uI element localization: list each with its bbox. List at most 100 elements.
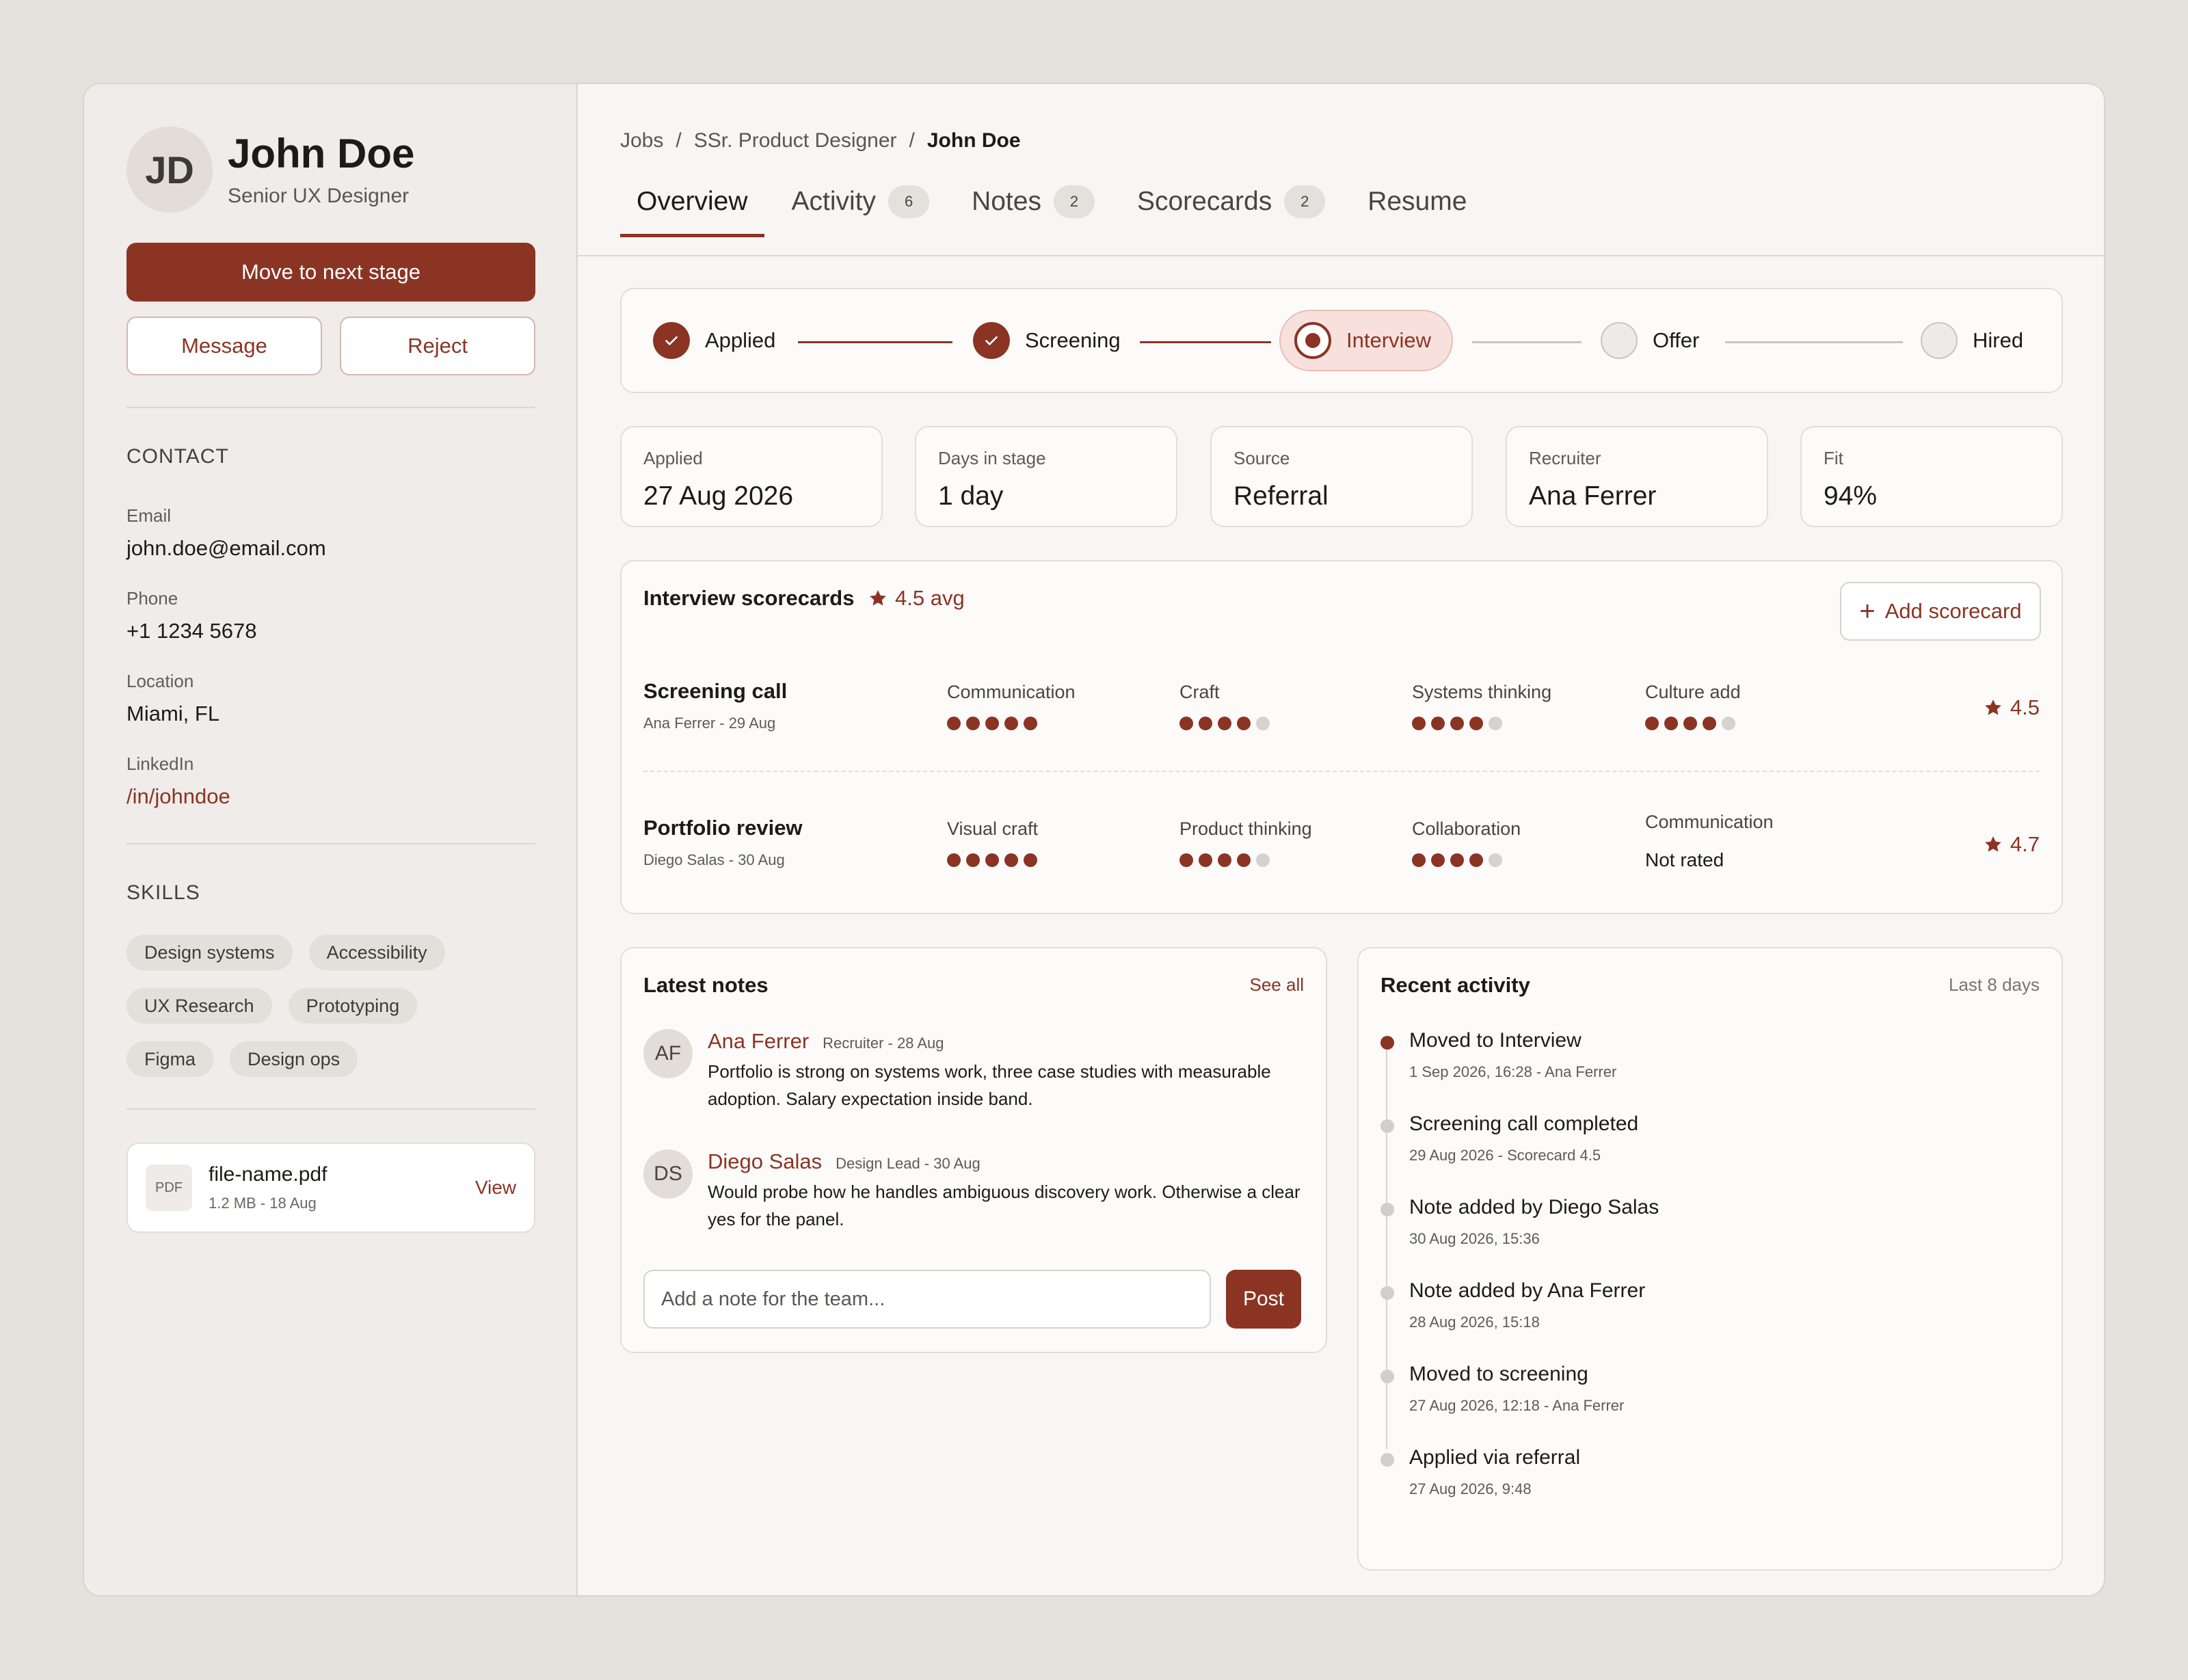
tab-activity[interactable]: Activity 6 — [792, 185, 930, 236]
stat-label: Source — [1233, 448, 1290, 468]
rating-dots — [947, 717, 1166, 730]
tab-count-badge: 6 — [888, 185, 930, 218]
stage-label: Interview — [1346, 328, 1432, 352]
scorecard-name: Screening call — [643, 679, 788, 703]
scorecard-name: Portfolio review — [643, 816, 803, 840]
scorecards-title: Interview scorecards — [643, 586, 855, 610]
breadcrumb: Jobs / SSr. Product Designer / John Doe — [620, 129, 1033, 152]
resume-file-card: PDF file-name.pdf 1.2 MB - 18 Aug View — [126, 1143, 535, 1233]
stage-offer[interactable]: Offer — [1601, 289, 1699, 392]
skill-chip: UX Research — [126, 988, 272, 1024]
scorecard-score: 4.5 — [1983, 695, 2040, 720]
breadcrumb-jobs[interactable]: Jobs — [620, 129, 663, 152]
stage-interview[interactable]: Interview — [1294, 289, 1431, 392]
stage-applied[interactable]: Applied — [653, 289, 775, 392]
view-file-link[interactable]: View — [475, 1177, 516, 1199]
activity-title: Note added by Ana Ferrer — [1409, 1279, 1646, 1302]
rating-dot-filled — [1199, 717, 1212, 730]
skill-chip: Accessibility — [308, 935, 445, 970]
add-scorecard-label: Add scorecard — [1884, 599, 2022, 623]
add-note-input[interactable] — [643, 1270, 1211, 1329]
rating-dot-filled — [1450, 717, 1464, 730]
move-to-next-stage-button[interactable]: Move to next stage — [126, 243, 535, 302]
rating-dot-filled — [1664, 717, 1678, 730]
tab-label: Scorecards — [1136, 187, 1272, 216]
rating-dot-filled — [985, 717, 999, 730]
rating-dot-filled — [966, 853, 980, 867]
stage-label: Screening — [1025, 328, 1121, 352]
scorecard-meta: Ana Ferrer - 29 Aug — [643, 715, 776, 732]
rating-dots — [1412, 853, 1631, 867]
linkedin-link[interactable]: /in/johndoe — [126, 784, 534, 809]
rating-dots — [1645, 717, 1864, 730]
rating-dot-filled — [1645, 717, 1659, 730]
scorecard-row-portfolio[interactable]: Portfolio review Diego Salas - 30 Aug Vi… — [643, 812, 2040, 898]
rating-dot-filled — [1237, 717, 1251, 730]
stage-label: Hired — [1973, 328, 2024, 352]
criterion-label: Communication — [1645, 812, 1774, 832]
criterion-label: Visual craft — [947, 818, 1039, 839]
activity-title: Note added by Diego Salas — [1409, 1196, 1659, 1218]
breadcrumb-job-title[interactable]: SSr. Product Designer — [694, 129, 897, 152]
candidate-profile: JD John Doe Senior UX Designer — [126, 126, 534, 213]
add-scorecard-button[interactable]: + Add scorecard — [1840, 582, 2041, 641]
rating-dot-filled — [1450, 853, 1464, 867]
stage-connector — [798, 341, 952, 343]
rating-dot-filled — [1199, 853, 1212, 867]
rating-dot-filled — [1237, 853, 1251, 867]
email-value[interactable]: john.doe@email.com — [126, 536, 534, 561]
tab-overview[interactable]: Overview — [620, 187, 764, 237]
tab-resume[interactable]: Resume — [1368, 187, 1467, 236]
stat-card-days-in-stage: Days in stage 1 day — [915, 426, 1177, 527]
skill-chip: Figma — [126, 1041, 214, 1077]
activity-item: Moved to Interview 1 Sep 2026, 16:28 - A… — [1380, 1029, 1616, 1081]
note-author[interactable]: Diego Salas — [708, 1149, 822, 1174]
breadcrumb-separator: / — [909, 129, 915, 152]
criterion-label: Communication — [947, 682, 1076, 702]
latest-notes-card: Latest notes See all AF Ana Ferrer Recru… — [620, 947, 1327, 1353]
activity-title: Moved to screening — [1409, 1363, 1588, 1385]
stage-label: Offer — [1653, 328, 1700, 352]
tab-notes[interactable]: Notes 2 — [972, 185, 1095, 236]
criterion: Systems thinking — [1412, 682, 1631, 730]
star-icon — [1985, 836, 2001, 852]
rating-dot-filled — [1004, 717, 1018, 730]
activity-meta: 30 Aug 2026, 15:36 — [1409, 1230, 1540, 1247]
divider — [126, 843, 535, 844]
pdf-file-icon: PDF — [146, 1164, 192, 1211]
stat-value: Ana Ferrer — [1529, 481, 1657, 511]
rating-dot-filled — [985, 853, 999, 867]
rating-dots — [1412, 717, 1631, 730]
tab-scorecards[interactable]: Scorecards 2 — [1136, 185, 1326, 236]
rating-dot-empty — [1256, 717, 1270, 730]
recent-activity-card: Recent activity Last 8 days Moved to Int… — [1357, 947, 2063, 1571]
pending-stage-icon — [1601, 322, 1638, 359]
candidate-role: Senior UX Designer — [228, 184, 410, 207]
stage-screening[interactable]: Screening — [973, 289, 1121, 392]
rating-dot-filled — [1218, 717, 1231, 730]
stage-connector — [1140, 341, 1271, 343]
score-value: 4.5 — [2010, 695, 2040, 719]
linkedin-label: LinkedIn — [126, 754, 194, 774]
note-author[interactable]: Ana Ferrer — [708, 1029, 809, 1054]
candidate-name: John Doe — [228, 130, 415, 176]
stage-hired[interactable]: Hired — [1921, 289, 2023, 392]
message-button[interactable]: Message — [126, 317, 322, 375]
rating-dot-filled — [1469, 717, 1483, 730]
note-meta: Recruiter - 28 Aug — [823, 1035, 944, 1052]
see-all-notes-link[interactable]: See all — [1250, 974, 1305, 996]
post-note-button[interactable]: Post — [1226, 1270, 1301, 1329]
reject-button[interactable]: Reject — [340, 317, 535, 375]
breadcrumb-separator: / — [676, 129, 682, 152]
divider — [126, 407, 535, 408]
timeline-dot — [1380, 1453, 1394, 1467]
rating-dot-filled — [1179, 717, 1193, 730]
note-item: DS Diego Salas Design Lead - 30 Aug Woul… — [643, 1149, 1300, 1233]
stat-label: Applied — [643, 448, 703, 468]
phone-value: +1 1234 5678 — [126, 619, 257, 643]
scorecard-row-screening[interactable]: Screening call Ana Ferrer - 29 Aug Commu… — [643, 679, 2040, 761]
skills-list: Design systems Accessibility UX Research… — [126, 935, 535, 1095]
criterion-label: Systems thinking — [1412, 682, 1552, 702]
app-window: JD John Doe Senior UX Designer Move to n… — [83, 83, 2105, 1597]
rating-dots — [1179, 717, 1398, 730]
